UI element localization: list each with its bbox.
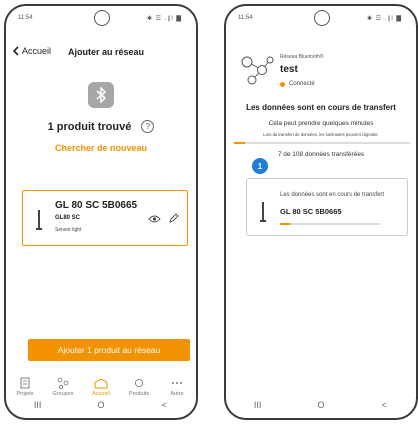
- transfer-count: 7 de 108 données transférées: [277, 151, 365, 158]
- back-nav-button[interactable]: <: [149, 400, 179, 410]
- back-nav-button[interactable]: <: [369, 400, 399, 410]
- products-icon: [135, 378, 143, 387]
- product-type: Sensor light: [55, 227, 82, 233]
- groups-icon: [57, 377, 69, 389]
- product-card[interactable]: GL 80 SC 5B0665 GL80 SC Sensor light: [22, 190, 188, 246]
- lamp-icon: [36, 210, 42, 230]
- status-time: 11:54: [18, 15, 33, 21]
- found-row: 1 produit trouvé ?: [6, 120, 196, 133]
- bluetooth-network-icon: [241, 56, 274, 85]
- more-icon: [172, 381, 182, 384]
- device-card: Les données sont en cours de transfert G…: [246, 178, 408, 236]
- status-indicators: ✱ ☲ .∥l ▇: [146, 16, 182, 22]
- camera-cutout: [94, 10, 110, 26]
- bluetooth-badge: [88, 82, 114, 108]
- product-name: GL 80 SC 5B0665: [55, 200, 138, 211]
- home-button[interactable]: O: [86, 400, 116, 410]
- device-name: GL 80 SC 5B0665: [280, 207, 342, 216]
- recent-apps-button[interactable]: III: [23, 400, 53, 410]
- add-to-network-button[interactable]: Ajouter 1 produit au réseau: [28, 339, 190, 361]
- chevron-left-icon: [12, 46, 19, 56]
- home-button[interactable]: O: [306, 400, 336, 410]
- search-again-link[interactable]: Chercher de nouveau: [6, 143, 196, 153]
- step-badge: 1: [252, 158, 268, 174]
- status-time: 11:54: [238, 15, 253, 21]
- system-nav-bar: III O <: [226, 392, 416, 418]
- phone-right: 11:54 ✱ ☲ .∥l ▇ Réseau Bluetooth® test C…: [224, 4, 418, 420]
- transfer-note: Lors du transfert de données, les lumina…: [263, 132, 379, 137]
- connection-label: Connecté: [289, 81, 315, 87]
- bluetooth-badge-wrap: [6, 82, 196, 108]
- status-dot: [280, 81, 285, 87]
- transfer-subtitle: Cela peut prendre quelques minutes: [268, 120, 374, 127]
- network-name: test: [280, 64, 298, 75]
- eye-icon[interactable]: [148, 215, 161, 223]
- top-bar: Accueil Ajouter au réseau: [6, 46, 196, 62]
- back-label: Accueil: [22, 46, 52, 56]
- device-progress-bar: [280, 223, 380, 225]
- found-count-text: 1 produit trouvé: [47, 120, 132, 133]
- home-icon: [94, 378, 108, 388]
- transfer-title: Les données sont en cours de transfert: [246, 103, 396, 112]
- product-model: GL80 SC: [55, 215, 81, 221]
- lamp-icon: [260, 202, 266, 222]
- help-icon[interactable]: ?: [141, 120, 155, 133]
- recent-apps-button[interactable]: III: [243, 400, 273, 410]
- page-title: Ajouter au réseau: [68, 47, 145, 57]
- camera-cutout: [314, 10, 330, 26]
- transfer-progress-fill: [234, 142, 246, 144]
- device-progress-fill: [280, 223, 290, 225]
- network-label: Réseau Bluetooth®: [280, 54, 324, 60]
- connection-status: Connecté: [280, 81, 315, 87]
- phone-left: 11:54 ✱ ☲ .∥l ▇ Accueil Ajouter au résea…: [4, 4, 198, 420]
- device-status: Les données sont en cours de transfert: [280, 192, 385, 198]
- pencil-icon[interactable]: [168, 213, 179, 224]
- status-indicators: ✱ ☲ .∥l ▇: [366, 16, 402, 22]
- transfer-progress-bar: [234, 142, 410, 144]
- projects-icon: [20, 377, 30, 388]
- system-nav-bar: III O <: [6, 392, 196, 418]
- bluetooth-icon: [96, 87, 107, 103]
- back-button[interactable]: Accueil: [12, 46, 51, 56]
